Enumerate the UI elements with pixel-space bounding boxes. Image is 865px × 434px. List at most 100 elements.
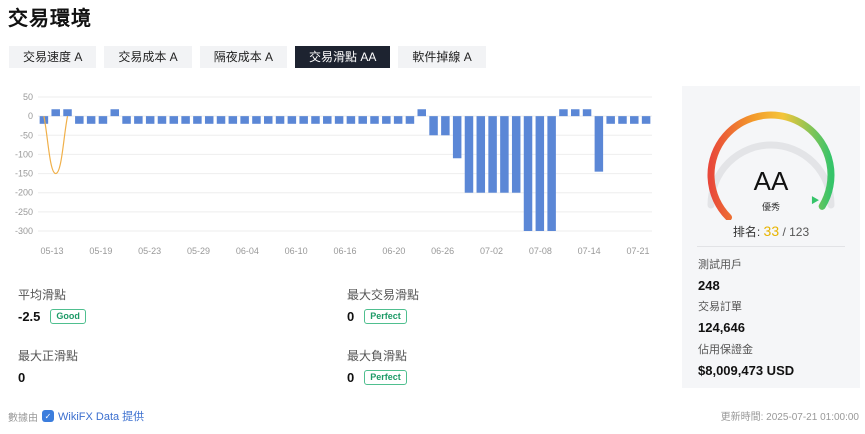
x-tick-label: 07-02 [480, 246, 503, 256]
chart-bar [500, 116, 509, 193]
rank-line: 排名: 33 / 123 [682, 223, 860, 240]
chart-bar [122, 116, 131, 124]
data-source: 數據由 ✓ WikiFX Data 提供 [8, 408, 144, 424]
avg-slippage-stat: 平均滑點 -2.5 Good [18, 286, 318, 324]
chart-bar [582, 109, 592, 117]
max-negative-slippage-label: 最大負滑點 [347, 349, 408, 363]
chart-bar [240, 116, 249, 124]
tab-trade-cost[interactable]: 交易成本 A [104, 46, 192, 68]
chart-bar [110, 109, 120, 117]
chart-bar [618, 116, 627, 124]
chart-bar [535, 116, 545, 231]
chart-bar [169, 116, 179, 124]
series-line [43, 116, 69, 175]
chart-bar [263, 116, 273, 124]
chart-bar [193, 116, 202, 124]
chart-bar [547, 116, 556, 231]
chart-bar [559, 109, 568, 117]
test-users-info: 測試用戶 248 [698, 256, 742, 293]
chart-bar [346, 116, 356, 124]
tab-bar: 交易速度 A 交易成本 A 隔夜成本 A 交易滑點 AA 軟件掉線 A [9, 46, 486, 68]
rank-label: 排名: [732, 225, 761, 239]
chart-bar [86, 116, 96, 124]
avg-slippage-label: 平均滑點 [18, 288, 67, 302]
orders-info: 交易訂單 124,646 [698, 298, 745, 335]
y-tick-label: -250 [15, 207, 33, 217]
max-positive-slippage-label: 最大正滑點 [18, 349, 79, 363]
test-users-label: 測試用戶 [698, 259, 742, 271]
chart-bar [488, 116, 497, 193]
chart-bar [464, 116, 474, 193]
test-users-value: 248 [698, 278, 720, 293]
data-source-brand[interactable]: WikiFX Data 提供 [58, 408, 144, 424]
chart-bar [334, 116, 344, 124]
chart-bar [358, 116, 367, 124]
chart-bar [311, 116, 320, 124]
chart-bar [75, 116, 84, 124]
x-tick-label: 05-23 [138, 246, 161, 256]
chart-bar [405, 116, 415, 124]
chart-bar [594, 116, 604, 172]
x-tick-label: 05-19 [89, 246, 112, 256]
chart-bar [323, 116, 332, 124]
page-title: 交易環境 [8, 8, 92, 30]
chart-bar [134, 116, 143, 124]
chart-bar [511, 116, 521, 193]
grade-value: AA [753, 166, 789, 196]
y-tick-label: -150 [15, 169, 33, 179]
x-tick-label: 06-26 [431, 246, 454, 256]
chart-bar [299, 116, 308, 124]
rank-total: / 123 [782, 225, 810, 239]
chart-bar [570, 109, 580, 117]
margin-info: 佔用保證金 $8,009,473 USD [698, 341, 794, 378]
chart-bar [228, 116, 238, 124]
x-tick-label: 07-14 [578, 246, 601, 256]
x-tick-label: 05-13 [40, 246, 63, 256]
chart-bar [441, 116, 450, 136]
max-negative-slippage-stat: 最大負滑點 0 Perfect [347, 347, 647, 385]
rating-panel: AA 優秀 排名: 33 / 123 測試用戶 248 交易訂單 124,646… [682, 86, 860, 388]
margin-label: 佔用保證金 [698, 344, 753, 356]
max-negative-slippage-badge: Perfect [364, 370, 407, 385]
x-tick-label: 07-08 [529, 246, 552, 256]
panel-divider [697, 246, 845, 247]
tab-overnight-cost[interactable]: 隔夜成本 A [199, 46, 288, 68]
max-trade-slippage-badge: Perfect [364, 309, 407, 324]
orders-value: 124,646 [698, 320, 745, 335]
y-tick-label: -300 [15, 226, 33, 236]
max-positive-slippage-stat: 最大正滑點 0 [18, 347, 318, 385]
chart-bar [51, 109, 60, 117]
x-tick-label: 05-29 [187, 246, 210, 256]
chart-bar [393, 116, 403, 124]
x-tick-label: 06-16 [333, 246, 356, 256]
chart-bar [98, 116, 108, 124]
y-tick-label: -200 [15, 188, 33, 198]
tab-trade-slippage[interactable]: 交易滑點 AA [295, 46, 391, 68]
wikifx-logo-icon: ✓ [42, 410, 54, 422]
chart-bar [452, 116, 462, 159]
chart-bar [63, 109, 72, 117]
y-tick-label: 50 [23, 92, 33, 102]
data-source-prefix: 數據由 [8, 412, 38, 424]
chart-bar [523, 116, 533, 231]
chart-bar [216, 116, 226, 124]
max-trade-slippage-value: 0 [347, 309, 355, 324]
chart-bar [145, 116, 155, 124]
chart-bar [382, 116, 391, 124]
avg-slippage-badge: Good [50, 309, 86, 324]
x-tick-label: 06-04 [236, 246, 259, 256]
chart-bar [252, 116, 261, 124]
margin-value: $8,009,473 USD [698, 363, 795, 378]
slippage-chart: 50 0 -50 -100 -150 -200 -250 -300 05-13 05-19 05-2… [15, 92, 652, 256]
x-tick-label: 06-20 [382, 246, 405, 256]
tab-software-disconnect[interactable]: 軟件掉線 A [398, 46, 486, 68]
chart-bar [429, 116, 438, 136]
chart-bar [417, 109, 427, 117]
tab-trade-speed[interactable]: 交易速度 A [9, 46, 97, 68]
orders-label: 交易訂單 [698, 301, 742, 313]
grade-label: 優秀 [761, 202, 780, 212]
chart-bar [275, 116, 285, 124]
chart-bar [370, 116, 379, 124]
chart-bar [606, 116, 615, 124]
chart-bar [157, 116, 167, 124]
